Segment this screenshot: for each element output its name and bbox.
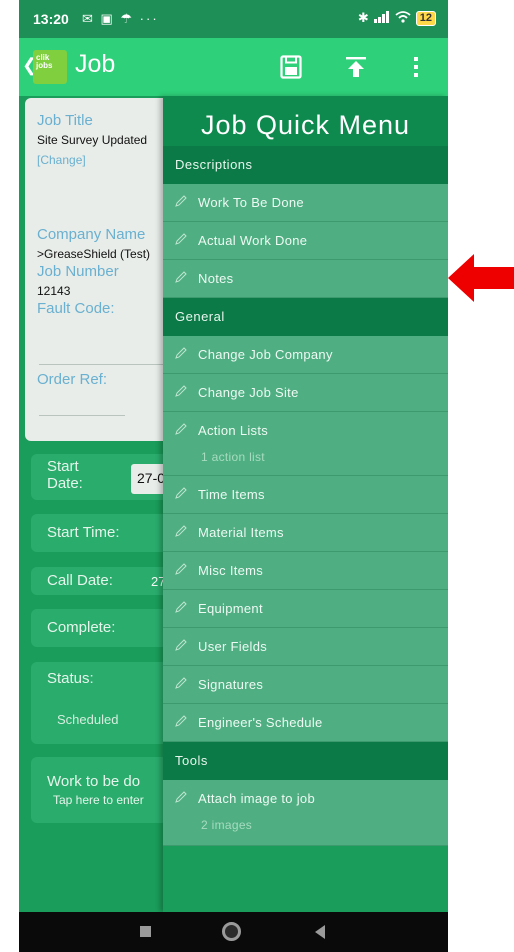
fault-code-label: Fault Code: (37, 300, 115, 317)
recents-square-icon[interactable] (140, 926, 151, 937)
pencil-icon (175, 639, 187, 651)
status-bar: 13:20 ✉ ▣ ☂ ··· ✱ 12 (19, 0, 448, 38)
menu-item-notes[interactable]: Notes (163, 260, 448, 298)
signal-icon (373, 10, 390, 26)
section-tools: Tools (163, 742, 448, 780)
menu-item-misc-items[interactable]: Misc Items (163, 552, 448, 590)
call-date-field[interactable]: Call Date: 27 (31, 567, 181, 595)
menu-item-user-fields[interactable]: User Fields (163, 628, 448, 666)
pencil-icon (175, 271, 187, 283)
change-job-title-link[interactable]: [Change] (37, 153, 86, 167)
menu-item-label: Misc Items (198, 563, 264, 578)
job-info-card: Job Title Site Survey Updated [Change] C… (25, 98, 175, 441)
app-logo: clik jobs (33, 50, 67, 84)
phone-screen: 13:20 ✉ ▣ ☂ ··· ✱ 12 ❮ clik jobs Job Job (19, 0, 448, 952)
more-vertical-icon (414, 57, 418, 77)
save-icon (280, 55, 302, 79)
pencil-icon (175, 347, 187, 359)
start-date-label: Start Date: (47, 458, 83, 492)
menu-item-subtitle: 1 action list (201, 450, 265, 464)
start-date-field[interactable]: Start Date: 27-0 (31, 454, 181, 500)
job-title-label: Job Title (37, 112, 93, 129)
more-options-button[interactable] (401, 52, 431, 82)
pencil-icon (175, 423, 187, 435)
menu-item-action-lists[interactable]: Action Lists 1 action list (163, 412, 448, 476)
job-quick-menu: Job Quick Menu Descriptions Work To Be D… (163, 96, 448, 912)
menu-item-label: Time Items (198, 487, 265, 502)
menu-item-engineers-schedule[interactable]: Engineer's Schedule (163, 704, 448, 742)
status-time: 13:20 (33, 11, 69, 27)
app-bar: ❮ clik jobs Job (19, 38, 448, 96)
page-title: Job (75, 50, 116, 78)
pencil-icon (175, 487, 187, 499)
pencil-icon (175, 677, 187, 689)
complete-field[interactable]: Complete: (31, 609, 181, 647)
menu-item-label: Equipment (198, 601, 263, 616)
system-icons: ✱ 12 (358, 10, 436, 26)
menu-item-label: Work To Be Done (198, 195, 304, 210)
menu-item-label: Change Job Company (198, 347, 333, 362)
start-time-label: Start Time: (47, 524, 120, 541)
pencil-icon (175, 385, 187, 397)
pencil-icon (175, 525, 187, 537)
complete-label: Complete: (47, 619, 116, 636)
company-name-value: >GreaseShield (Test) (37, 247, 151, 261)
back-triangle-icon[interactable] (315, 925, 325, 939)
menu-item-actual-work-done[interactable]: Actual Work Done (163, 222, 448, 260)
pencil-icon (175, 563, 187, 575)
status-field[interactable]: Status: Scheduled (31, 662, 181, 744)
red-arrow-icon (448, 254, 514, 302)
job-title-value: Site Survey Updated (37, 133, 148, 147)
job-number-value: 12143 (37, 284, 71, 298)
pencil-icon (175, 195, 187, 207)
work-to-be-done-field[interactable]: Work to be do Tap here to enter (31, 757, 181, 823)
menu-item-label: Notes (198, 271, 234, 286)
company-name-label: Company Name (37, 226, 146, 243)
section-general: General (163, 298, 448, 336)
menu-item-label: Actual Work Done (198, 233, 308, 248)
call-date-label: Call Date: (47, 572, 113, 589)
menu-item-change-job-company[interactable]: Change Job Company (163, 336, 448, 374)
section-descriptions: Descriptions (163, 146, 448, 184)
upload-icon (346, 57, 366, 77)
pencil-icon (175, 791, 187, 803)
menu-item-attach-image[interactable]: Attach image to job 2 images (163, 780, 448, 846)
pencil-icon (175, 601, 187, 613)
menu-item-time-items[interactable]: Time Items (163, 476, 448, 514)
wifi-icon (395, 10, 411, 26)
menu-item-label: Attach image to job (198, 791, 315, 806)
battery-icon: 12 (415, 10, 436, 26)
fault-code-underline[interactable] (39, 364, 175, 365)
menu-item-material-items[interactable]: Material Items (163, 514, 448, 552)
pencil-icon (175, 233, 187, 245)
menu-item-label: Change Job Site (198, 385, 299, 400)
menu-item-label: Action Lists (198, 423, 269, 438)
job-number-label: Job Number (37, 263, 119, 280)
android-nav-bar (19, 912, 448, 952)
order-ref-label: Order Ref: (37, 371, 108, 388)
menu-item-subtitle: 2 images (201, 818, 253, 832)
menu-item-equipment[interactable]: Equipment (163, 590, 448, 628)
menu-item-label: Engineer's Schedule (198, 715, 323, 730)
save-button[interactable] (276, 52, 306, 82)
menu-item-work-to-be-done[interactable]: Work To Be Done (163, 184, 448, 222)
status-label: Status: (47, 670, 94, 687)
work-to-be-done-hint: Tap here to enter (53, 793, 144, 807)
menu-item-label: Signatures (198, 677, 264, 692)
menu-item-label: Material Items (198, 525, 284, 540)
upload-button[interactable] (341, 52, 371, 82)
notification-icons: ✉ ▣ ☂ ··· (82, 11, 159, 26)
bluetooth-icon: ✱ (357, 10, 369, 25)
menu-item-signatures[interactable]: Signatures (163, 666, 448, 704)
status-value[interactable]: Scheduled (57, 712, 118, 727)
start-time-field[interactable]: Start Time: (31, 514, 181, 552)
menu-item-label: User Fields (198, 639, 268, 654)
menu-item-change-job-site[interactable]: Change Job Site (163, 374, 448, 412)
pencil-icon (175, 715, 187, 727)
order-ref-underline[interactable] (39, 415, 125, 416)
work-to-be-done-label: Work to be do (47, 773, 141, 790)
home-circle-icon[interactable] (222, 922, 241, 941)
